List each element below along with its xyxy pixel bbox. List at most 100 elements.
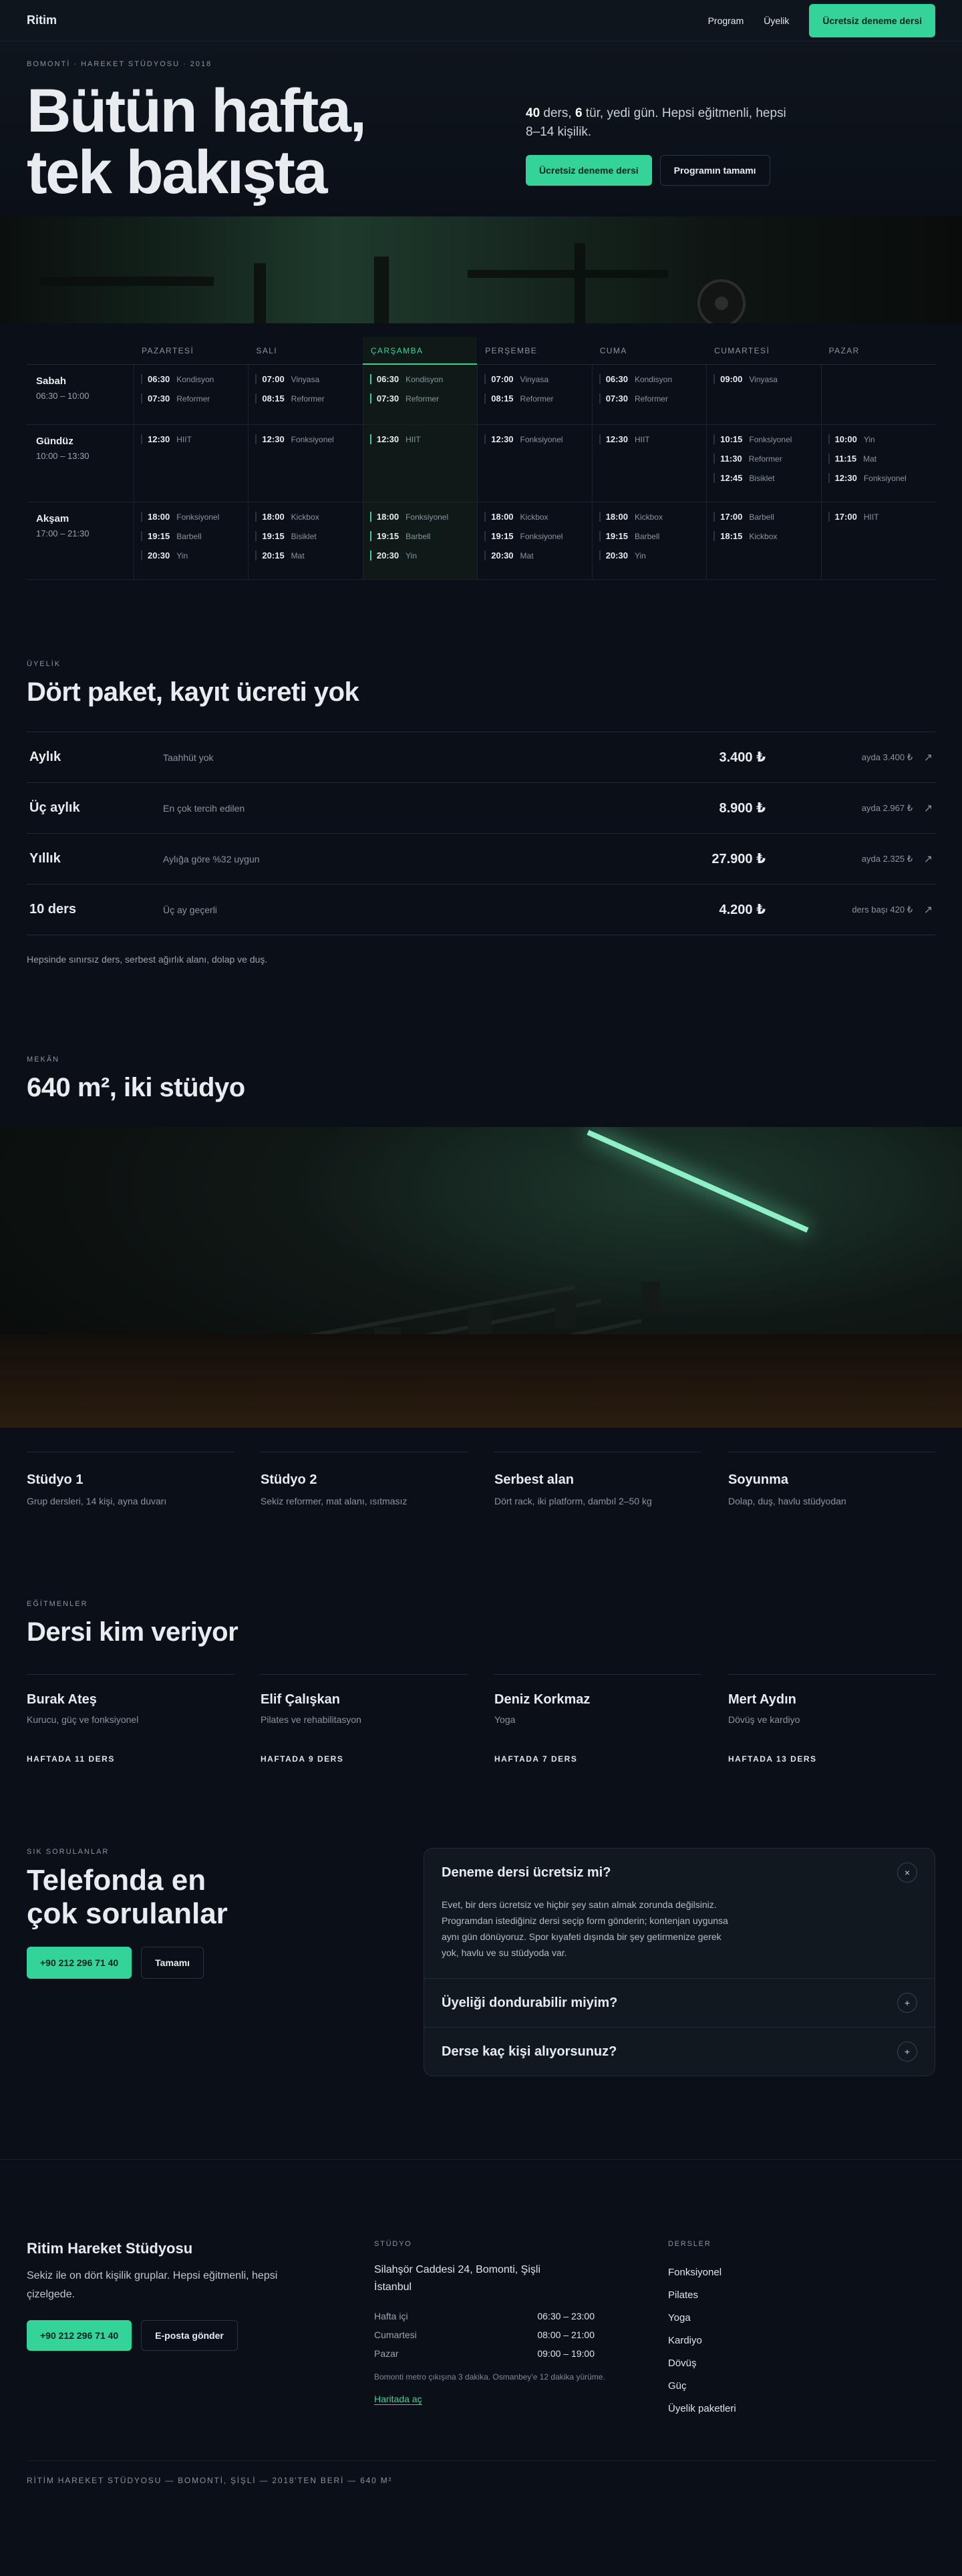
logo[interactable]: Ritim <box>27 13 57 27</box>
plan-row[interactable]: Aylık Taahhüt yok 3.400 ₺ ayda 3.400 ₺ ↗ <box>27 732 935 783</box>
plus-icon[interactable]: + <box>897 2042 917 2062</box>
lesson-link[interactable]: Pilates <box>668 2284 935 2307</box>
faq-question-text: Üyeliği dondurabilir miyim? <box>442 1995 618 2010</box>
faq-question[interactable]: Üyeliği dondurabilir miyim? + <box>442 1979 917 2027</box>
class-entry[interactable]: 19:15 Fonksiyonel <box>484 531 585 541</box>
lesson-link[interactable]: Güç <box>668 2375 935 2398</box>
trainers-title: Dersi kim veriyor <box>27 1617 238 1647</box>
footer-phone-button[interactable]: +90 212 296 71 40 <box>27 2320 132 2351</box>
class-entry[interactable]: 08:15 Reformer <box>255 393 355 404</box>
space-title: 640 m², iki stüdyo <box>27 1073 245 1102</box>
plan-row[interactable]: Yıllık Aylığa göre %32 uygun 27.900 ₺ ayda … <box>27 834 935 884</box>
faq-question[interactable]: Derse kaç kişi alıyorsunuz? + <box>442 2028 917 2076</box>
class-entry[interactable]: 18:00 Kickbox <box>484 512 585 522</box>
plus-icon[interactable]: + <box>897 1993 917 2013</box>
class-entry[interactable]: 10:00 Yin <box>828 434 929 444</box>
nav-link-membership[interactable]: Üyelik <box>764 15 789 26</box>
class-entry[interactable]: 20:30 Mat <box>484 550 585 560</box>
class-entry[interactable]: 19:15 Barbell <box>599 531 699 541</box>
class-name: HIIT <box>863 512 879 522</box>
class-entry[interactable]: 19:15 Bisiklet <box>255 531 355 541</box>
plan-name: Aylık <box>29 750 61 764</box>
trainers-section: EĞİTMENLER Dersi kim veriyor Burak Ateş K… <box>0 1506 962 1764</box>
map-link[interactable]: Haritada aç <box>374 2394 422 2405</box>
class-time: 19:15 <box>376 531 399 541</box>
class-entry[interactable]: 12:30 HIIT <box>369 434 470 444</box>
class-name: HIIT <box>406 435 421 444</box>
plan-row[interactable]: 10 ders Üç ay geçerli 4.200 ₺ ders başı 420… <box>27 884 935 935</box>
class-entry[interactable]: 12:30 Fonksiyonel <box>255 434 355 444</box>
class-entry[interactable]: 18:00 Kickbox <box>255 512 355 522</box>
class-time: 06:30 <box>376 374 399 384</box>
class-entry[interactable]: 18:00 Fonksiyonel <box>141 512 241 522</box>
class-entry[interactable]: 11:30 Reformer <box>713 454 814 464</box>
class-entry[interactable]: 12:30 Fonksiyonel <box>828 473 929 483</box>
class-entry[interactable]: 20:30 Yin <box>599 550 699 560</box>
class-entry[interactable]: 18:15 Kickbox <box>713 531 814 541</box>
class-entry[interactable]: 20:30 Yin <box>369 550 470 560</box>
hours-day: Hafta içi <box>374 2311 408 2321</box>
class-entry[interactable]: 09:00 Vinyasa <box>713 374 814 384</box>
plan-row[interactable]: Üç aylık En çok tercih edilen 8.900 ₺ ayda … <box>27 783 935 834</box>
nav-link-program[interactable]: Program <box>708 15 744 26</box>
lesson-link[interactable]: Üyelik paketleri <box>668 2398 935 2420</box>
hero-program-button[interactable]: Programın tamamı <box>659 155 770 186</box>
class-entry[interactable]: 07:30 Reformer <box>369 393 470 404</box>
footer-email-button[interactable]: E-posta gönder <box>141 2320 238 2351</box>
class-name: Yin <box>863 435 875 444</box>
class-entry[interactable]: 17:00 HIIT <box>828 512 929 522</box>
faq-section: SIK SORULANLAR Telefonda en çok sorulanla… <box>0 1764 962 2160</box>
class-entry[interactable]: 07:00 Vinyasa <box>255 374 355 384</box>
lesson-link[interactable]: Dövüş <box>668 2352 935 2375</box>
class-entry[interactable]: 12:30 HIIT <box>141 434 241 444</box>
faq-phone-button[interactable]: +90 212 296 71 40 <box>27 1947 132 1979</box>
class-entry[interactable]: 19:15 Barbell <box>369 531 470 541</box>
schedule-cell: 10:00 Yin 11:15 Mat 12:30 Fonksiyonel <box>820 425 935 502</box>
trainer-role: Dövüş ve kardiyo <box>728 1714 800 1725</box>
hero-buttons: Ücretsiz deneme dersi Programın tamamı <box>526 155 793 186</box>
class-entry[interactable]: 12:30 Fonksiyonel <box>484 434 585 444</box>
slot-name: Sabah <box>36 375 67 387</box>
class-entry[interactable]: 07:30 Reformer <box>599 393 699 404</box>
lesson-link[interactable]: Kardiyo <box>668 2329 935 2352</box>
class-name: Fonksiyonel <box>520 532 563 541</box>
class-entry[interactable]: 07:30 Reformer <box>141 393 241 404</box>
faq-question[interactable]: Deneme dersi ücretsiz mi? × <box>442 1848 917 1897</box>
class-entry[interactable]: 08:15 Reformer <box>484 393 585 404</box>
class-time: 20:15 <box>262 550 285 560</box>
trainer-role: Yoga <box>494 1714 516 1725</box>
room-card: Serbest alan Dört rack, iki platform, dam… <box>494 1452 701 1506</box>
class-entry[interactable]: 20:30 Yin <box>141 550 241 560</box>
class-name: Barbell <box>176 532 202 541</box>
class-name: Yin <box>406 551 417 560</box>
class-entry[interactable]: 12:45 Bisiklet <box>713 473 814 483</box>
class-entry[interactable]: 17:00 Barbell <box>713 512 814 522</box>
faq-all-button[interactable]: Tamamı <box>141 1947 204 1979</box>
close-icon[interactable]: × <box>897 1863 917 1883</box>
class-time: 07:30 <box>376 393 399 404</box>
class-entry[interactable]: 06:30 Kondisyon <box>141 374 241 384</box>
hero-trial-button[interactable]: Ücretsiz deneme dersi <box>526 155 652 186</box>
schedule-cell: 07:00 Vinyasa 08:15 Reformer <box>477 365 592 425</box>
day-header: PAZARTESİ <box>134 337 249 365</box>
class-entry[interactable]: 18:00 Kickbox <box>599 512 699 522</box>
class-entry[interactable]: 18:00 Fonksiyonel <box>369 512 470 522</box>
class-name: Kondisyon <box>406 375 444 384</box>
hours-day: Pazar <box>374 2348 399 2359</box>
schedule-grid: PAZARTESİ SALI ÇARŞAMBA PERŞEMBE CUMA CUMARTE… <box>27 337 935 580</box>
nav-trial-button[interactable]: Ücretsiz deneme dersi <box>809 3 935 37</box>
lesson-link[interactable]: Fonksiyonel <box>668 2261 935 2284</box>
day-header: ÇARŞAMBA <box>362 337 478 365</box>
class-entry[interactable]: 06:30 Kondisyon <box>369 374 470 384</box>
class-entry[interactable]: 06:30 Kondisyon <box>599 374 699 384</box>
class-entry[interactable]: 07:00 Vinyasa <box>484 374 585 384</box>
lesson-link[interactable]: Yoga <box>668 2307 935 2329</box>
class-entry[interactable]: 11:15 Mat <box>828 454 929 464</box>
class-entry[interactable]: 12:30 HIIT <box>599 434 699 444</box>
class-name: Fonksiyonel <box>749 435 792 444</box>
class-entry[interactable]: 19:15 Barbell <box>141 531 241 541</box>
class-entry[interactable]: 20:15 Mat <box>255 550 355 560</box>
class-entry[interactable]: 10:15 Fonksiyonel <box>713 434 814 444</box>
class-name: Kondisyon <box>176 375 214 384</box>
class-time: 18:00 <box>605 512 628 522</box>
